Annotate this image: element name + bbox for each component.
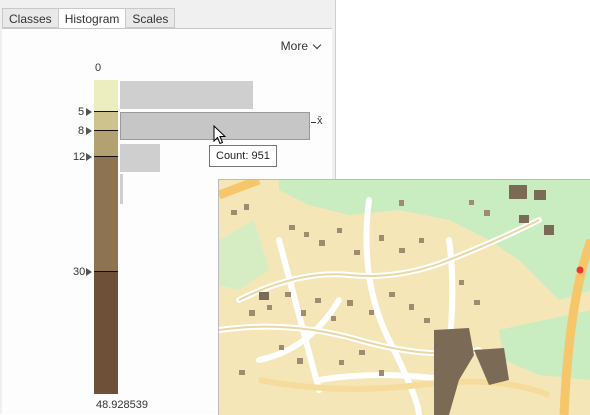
break-handle-8[interactable] (86, 127, 92, 135)
break-line-8 (94, 130, 118, 131)
chevron-down-icon (312, 40, 322, 49)
mouse-pointer-icon (213, 125, 227, 145)
mean-label: x̄ (317, 115, 323, 127)
histogram-bar (120, 144, 160, 172)
class-color-4 (94, 156, 118, 271)
histogram-tooltip: Count: 951 (209, 145, 277, 167)
break-label-30: 30 (73, 266, 86, 278)
tab-histogram[interactable]: Histogram (57, 8, 127, 29)
histogram-max-label: 48.928539 (96, 399, 148, 411)
break-label-8: 8 (78, 125, 85, 137)
break-line-12 (94, 156, 118, 157)
more-label: More (280, 39, 308, 53)
mean-marker (311, 122, 316, 123)
class-color-5 (94, 271, 118, 394)
break-label-5: 5 (78, 106, 85, 118)
class-color-3 (94, 130, 118, 156)
tab-classes[interactable]: Classes (2, 8, 59, 28)
class-color-1 (94, 80, 118, 111)
class-color-ramp (94, 53, 118, 394)
map-view[interactable] (218, 179, 590, 415)
more-menu-button[interactable]: More (280, 39, 322, 53)
break-handle-12[interactable] (86, 153, 92, 161)
map-canvas[interactable] (219, 180, 590, 415)
histogram-bar (120, 174, 123, 204)
break-line-5 (94, 111, 118, 112)
tab-bar: Classes Histogram Scales (2, 8, 176, 29)
break-handle-30[interactable] (86, 268, 92, 276)
break-label-12: 12 (73, 151, 86, 163)
break-handle-5[interactable] (86, 108, 92, 116)
histogram-bar (120, 81, 253, 109)
class-color-2 (94, 111, 118, 130)
tab-scales[interactable]: Scales (125, 8, 176, 28)
break-line-30 (94, 271, 118, 272)
